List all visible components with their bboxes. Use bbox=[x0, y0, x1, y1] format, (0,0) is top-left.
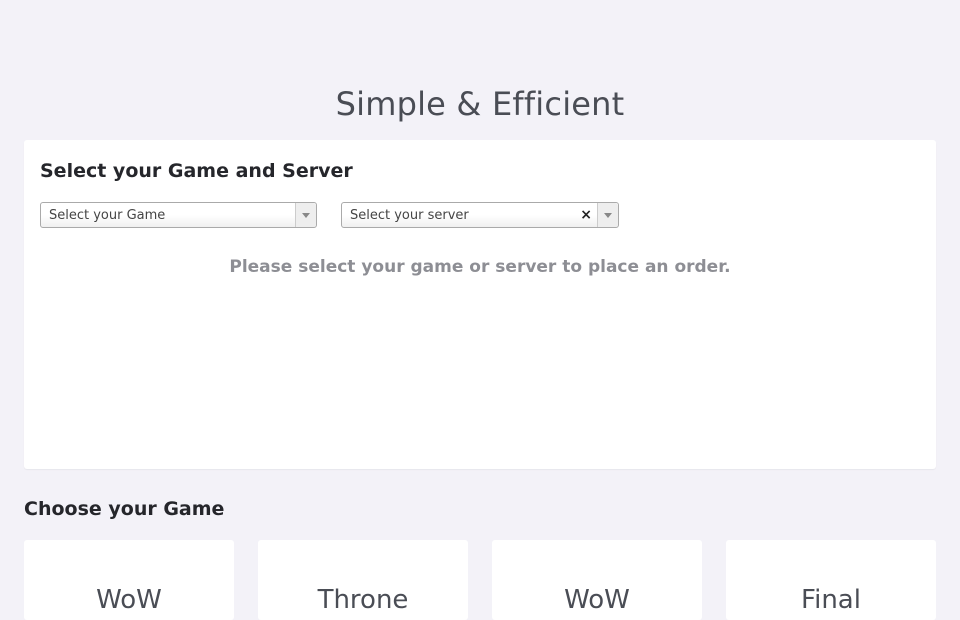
game-select[interactable]: Select your Game bbox=[40, 202, 317, 228]
order-card: Select your Game and Server Select your … bbox=[24, 140, 936, 469]
game-card-name: WoW bbox=[96, 585, 162, 615]
server-select[interactable]: Select your server × bbox=[341, 202, 619, 228]
empty-order-message: Please select your game or server to pla… bbox=[229, 257, 731, 277]
game-card-name: Throne bbox=[317, 585, 409, 615]
order-card-heading: Select your Game and Server bbox=[40, 160, 353, 182]
game-select-placeholder: Select your Game bbox=[49, 208, 166, 223]
game-card-name: WoW bbox=[564, 585, 630, 615]
hero-title: Simple & Efficient bbox=[335, 85, 625, 123]
choose-game-heading: Choose your Game bbox=[24, 498, 225, 520]
game-card-name: Final bbox=[801, 585, 861, 615]
chevron-down-icon[interactable] bbox=[295, 203, 316, 227]
game-card[interactable]: WoW bbox=[24, 540, 234, 620]
chevron-down-icon[interactable] bbox=[597, 203, 618, 227]
game-grid: WoW Throne WoW Final bbox=[24, 540, 936, 620]
game-card[interactable]: WoW bbox=[492, 540, 702, 620]
game-card[interactable]: Throne bbox=[258, 540, 468, 620]
clear-icon[interactable]: × bbox=[580, 203, 592, 227]
server-select-placeholder: Select your server bbox=[350, 208, 469, 223]
game-card[interactable]: Final bbox=[726, 540, 936, 620]
